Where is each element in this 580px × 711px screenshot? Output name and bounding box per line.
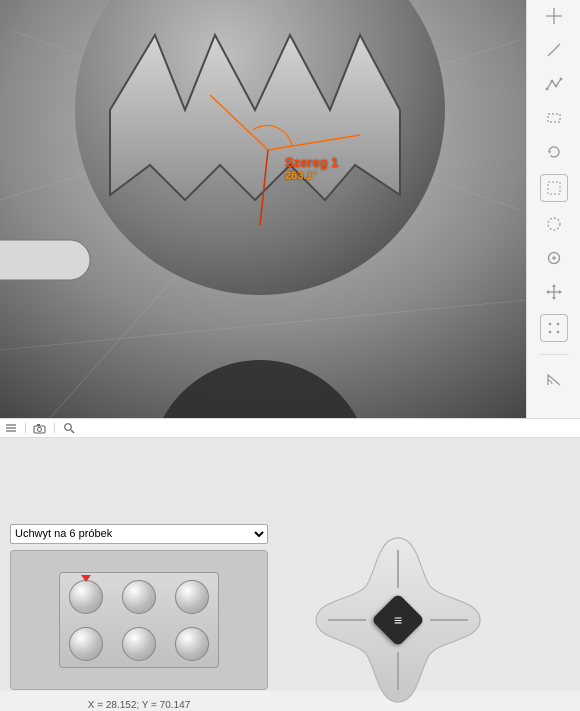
stage-coordinates: X = 28.152; Y = 70.147 [10, 700, 268, 711]
move-tool[interactable] [542, 280, 566, 304]
polyline-tool[interactable] [542, 72, 566, 96]
crosshair-tool[interactable] [542, 4, 566, 28]
angle-value: 263.1° [285, 170, 317, 182]
grid-dots-tool[interactable] [540, 314, 568, 342]
image-viewer[interactable]: Szereg 1 263.1° [0, 0, 526, 418]
aperture-tool[interactable] [542, 246, 566, 270]
rotate-tool[interactable] [542, 140, 566, 164]
sample-block [59, 572, 219, 668]
stage-dpad: ≡ [308, 530, 488, 710]
camera-view-icon[interactable] [33, 421, 47, 435]
rect-select-tool[interactable] [542, 106, 566, 130]
series-label: Szereg 1 [285, 155, 338, 170]
dpad-right[interactable] [430, 600, 480, 640]
holder-select[interactable]: Uchwyt na 6 próbek [10, 524, 268, 544]
tool-sidebar [526, 0, 580, 418]
search-view-icon[interactable] [62, 421, 76, 435]
diagonal-tool[interactable] [542, 38, 566, 62]
sample-slot-5[interactable] [122, 627, 156, 661]
tab-divider: | [53, 422, 56, 434]
lower-panel: Uchwyt na 6 próbek X = 28.152; Y = 70.14… [0, 438, 580, 691]
sample-holder-preview[interactable] [10, 550, 268, 690]
list-view-icon[interactable] [4, 421, 18, 435]
tab-divider: | [24, 422, 27, 434]
dpad-left[interactable] [316, 600, 366, 640]
bounds-tool[interactable] [540, 174, 568, 202]
sample-slot-3[interactable] [175, 580, 209, 614]
dpad-up[interactable] [378, 538, 418, 588]
angle-tool[interactable] [542, 367, 566, 391]
sample-slot-2[interactable] [122, 580, 156, 614]
circle-tool[interactable] [542, 212, 566, 236]
menu-icon: ≡ [394, 613, 402, 627]
view-tab-bar: | | [0, 418, 580, 438]
sample-slot-1[interactable] [69, 580, 103, 614]
sample-slot-4[interactable] [69, 627, 103, 661]
dpad-down[interactable] [378, 652, 418, 702]
sample-slot-6[interactable] [175, 627, 209, 661]
tool-separator [539, 354, 569, 355]
